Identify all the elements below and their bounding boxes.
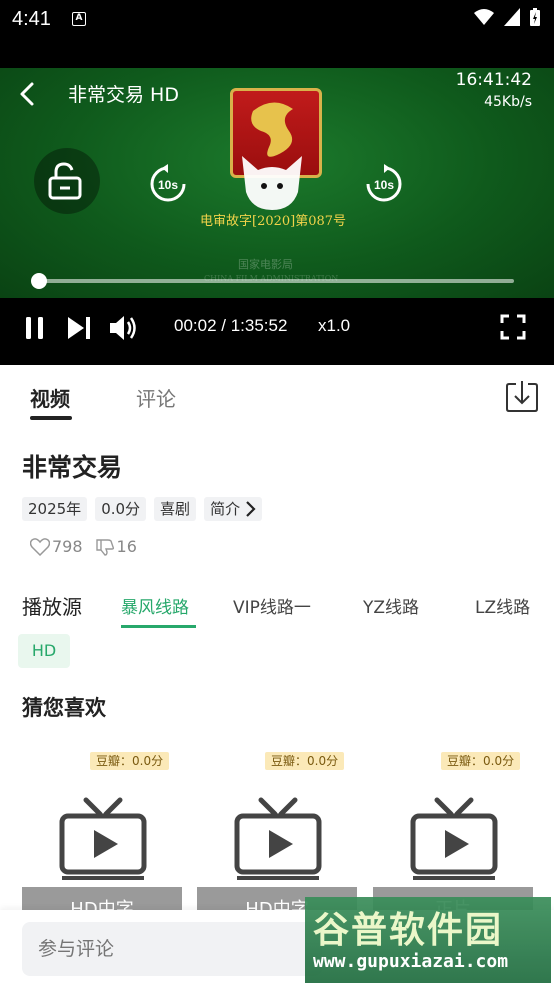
movie-title: 非常交易 <box>22 453 123 482</box>
back-button[interactable] <box>14 78 42 110</box>
thumbs-down-icon <box>95 538 114 556</box>
tab-comments[interactable]: 评论 <box>136 383 176 412</box>
signal-icon <box>504 8 520 26</box>
progress-thumb[interactable] <box>31 273 47 289</box>
tv-placeholder-icon <box>59 797 147 880</box>
player-clock: 16:41:42 <box>455 70 532 90</box>
lock-button[interactable] <box>34 148 100 214</box>
watermark-en: www.gupuxiazai.com <box>313 951 509 972</box>
certificate-text: 电审故字[2020]第087号 <box>200 214 347 229</box>
status-bar: 4:41 A <box>0 0 554 68</box>
site-watermark: 谷普软件园 www.gupuxiazai.com <box>305 897 551 983</box>
video-player[interactable]: 电审故字[2020]第087号 国家电影局 CHINA FILM ADMINIS… <box>0 68 554 365</box>
play-sources: 播放源 暴风线路 VIP线路一 YZ线路 LZ线路 <box>0 585 554 631</box>
movie-tags: 2025年 0.0分 喜剧 简介 <box>22 497 263 521</box>
detail-tabs: 视频 评论 <box>0 365 554 425</box>
sources-label: 播放源 <box>22 595 82 619</box>
chevron-right-icon <box>246 501 256 517</box>
progress-bar[interactable] <box>38 279 514 283</box>
pause-button[interactable] <box>24 315 46 341</box>
time-display: 00:02 / 1:35:52 <box>174 316 288 335</box>
rewind-10s-button[interactable]: 10s <box>148 164 188 204</box>
recommend-card[interactable]: 豆瓣：0.0分 正片 <box>373 750 533 927</box>
status-icons <box>474 8 540 26</box>
rewind-icon: 10s <box>150 164 186 202</box>
source-vip1[interactable]: VIP线路一 <box>233 593 311 618</box>
watermark-cn: 谷普软件园 <box>313 909 504 951</box>
recommend-card[interactable]: 豆瓣：0.0分 HD中字 <box>22 750 182 927</box>
player-controls: 00:02 / 1:35:52 x1.0 <box>0 298 554 365</box>
like-button[interactable]: 798 <box>30 537 83 556</box>
tv-placeholder-icon <box>234 797 322 880</box>
download-button[interactable] <box>505 379 539 413</box>
status-time: 4:41 <box>12 8 51 30</box>
unlock-icon <box>48 162 82 200</box>
net-speed: 45Kb/s <box>484 94 532 110</box>
tag-score: 0.0分 <box>95 497 147 521</box>
forward-label: 10s <box>374 178 394 192</box>
next-episode-button[interactable] <box>66 315 92 341</box>
fullscreen-button[interactable] <box>500 314 526 340</box>
episode-hd-button[interactable]: HD <box>18 634 70 668</box>
movie-stats: 798 16 <box>30 537 149 556</box>
forward-10s-button[interactable]: 10s <box>364 164 404 204</box>
recommend-card[interactable]: 豆瓣：0.0分 HD中字 <box>197 750 357 927</box>
source-yz[interactable]: YZ线路 <box>363 593 419 618</box>
rating-badge: 豆瓣：0.0分 <box>90 752 170 770</box>
source-lz[interactable]: LZ线路 <box>475 593 530 618</box>
comment-input[interactable] <box>22 922 322 976</box>
forward-icon: 10s <box>366 164 402 202</box>
bureau-text: 国家电影局 <box>238 258 293 271</box>
rewind-label: 10s <box>158 178 178 192</box>
tag-year: 2025年 <box>22 497 88 521</box>
playback-rate-button[interactable]: x1.0 <box>318 316 350 336</box>
like-count: 798 <box>52 537 83 556</box>
app-logo-icon <box>242 156 302 210</box>
tv-placeholder-icon <box>410 797 498 880</box>
volume-button[interactable] <box>108 313 140 343</box>
tag-genre: 喜剧 <box>154 497 197 521</box>
wifi-icon <box>474 9 494 25</box>
source-indicator <box>121 625 196 628</box>
rating-badge: 豆瓣：0.0分 <box>265 752 345 770</box>
tab-indicator <box>30 416 72 420</box>
intro-label: 简介 <box>210 500 241 518</box>
player-title: 非常交易 HD <box>68 84 179 106</box>
recommend-heading: 猜您喜欢 <box>22 696 106 720</box>
dislike-button[interactable]: 16 <box>95 537 137 556</box>
heart-icon <box>30 537 50 556</box>
source-baofeng[interactable]: 暴风线路 <box>121 593 189 618</box>
dislike-count: 16 <box>116 537 137 556</box>
video-frame[interactable]: 电审故字[2020]第087号 国家电影局 CHINA FILM ADMINIS… <box>0 68 554 298</box>
rating-badge: 豆瓣：0.0分 <box>441 752 521 770</box>
tab-video[interactable]: 视频 <box>30 383 70 412</box>
battery-icon <box>530 8 540 26</box>
notification-icon: A <box>72 12 86 26</box>
intro-button[interactable]: 简介 <box>204 497 263 521</box>
